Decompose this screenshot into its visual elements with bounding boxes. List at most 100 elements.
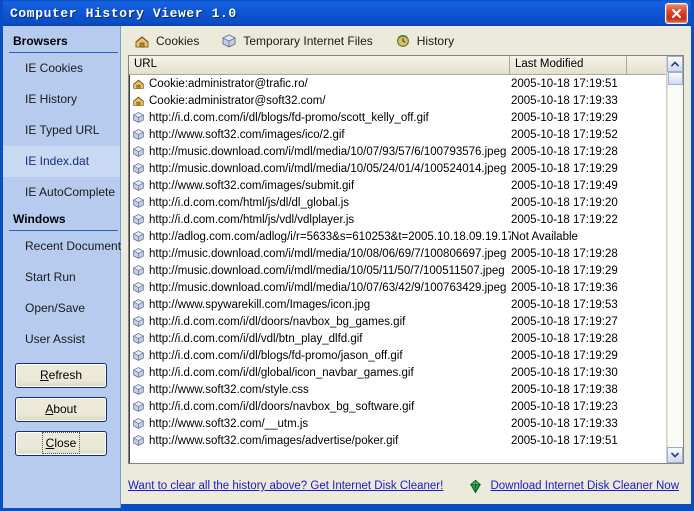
green-gem-icon xyxy=(470,479,482,494)
footer-bar: Want to clear all the history above? Get… xyxy=(121,464,691,508)
table-row[interactable]: http://music.download.com/i/mdl/media/10… xyxy=(129,279,683,296)
row-url: http://www.soft32.com/images/advertise/p… xyxy=(149,434,399,447)
row-last-modified: 2005-10-18 17:19:29 xyxy=(511,264,618,277)
sidebar-item-start-run[interactable]: Start Run xyxy=(3,262,120,293)
table-row[interactable]: http://i.d.com.com/html/js/vdl/vdlplayer… xyxy=(129,211,683,228)
sidebar-item-user-assist[interactable]: User Assist xyxy=(3,324,120,355)
table-row[interactable]: http://i.d.com.com/i/dl/blogs/fd-promo/j… xyxy=(129,347,683,364)
tab-history[interactable]: History xyxy=(395,33,454,49)
sidebar-item-ie-cookies[interactable]: IE Cookies xyxy=(3,53,120,84)
row-last-modified: 2005-10-18 17:19:28 xyxy=(511,332,618,345)
tab-temporary-internet-files[interactable]: Temporary Internet Files xyxy=(221,33,373,49)
row-url: http://adlog.com.com/adlog/i/r=5633&s=61… xyxy=(149,230,511,243)
row-last-modified: 2005-10-18 17:19:38 xyxy=(511,383,618,396)
table-row[interactable]: http://i.d.com.com/i/dl/blogs/fd-promo/s… xyxy=(129,109,683,126)
table-row[interactable]: http://www.spywarekill.com/Images/icon.j… xyxy=(129,296,683,313)
cube-icon xyxy=(132,146,145,157)
cube-icon xyxy=(132,231,145,242)
about-button[interactable]: About xyxy=(15,397,107,422)
table-row[interactable]: http://i.d.com.com/html/js/dl/dl_global.… xyxy=(129,194,683,211)
row-url: http://i.d.com.com/i/dl/doors/navbox_bg_… xyxy=(149,400,415,413)
table-row[interactable]: http://music.download.com/i/mdl/media/10… xyxy=(129,160,683,177)
vertical-scrollbar[interactable] xyxy=(666,56,683,463)
row-last-modified: Not Available xyxy=(511,230,578,243)
scroll-up-button[interactable] xyxy=(667,56,683,72)
sidebar-item-ie-index-dat[interactable]: IE Index.dat xyxy=(3,146,120,177)
cube-icon xyxy=(132,435,145,446)
sidebar-section-header: Windows xyxy=(13,212,66,226)
table-row[interactable]: http://i.d.com.com/i/dl/vdl/btn_play_dlf… xyxy=(129,330,683,347)
close-window-button[interactable] xyxy=(665,2,688,24)
column-header-last-modified[interactable]: Last Modified xyxy=(510,56,627,74)
row-last-modified: 2005-10-18 17:19:51 xyxy=(511,77,618,90)
table-row[interactable]: Cookie:administrator@trafic.ro/2005-10-1… xyxy=(129,75,683,92)
close-icon xyxy=(671,8,682,18)
sidebar-section-windows: Windows Recent Documents Start Run Open/… xyxy=(3,208,127,355)
table-row[interactable]: http://music.download.com/i/mdl/media/10… xyxy=(129,262,683,279)
scroll-down-button[interactable] xyxy=(667,447,683,463)
sidebar-item-ie-autocomplete[interactable]: IE AutoComplete xyxy=(3,177,120,208)
application-window: Computer History Viewer 1.0 Browsers IE … xyxy=(0,0,694,511)
chevron-up-icon xyxy=(671,61,679,67)
column-header-url[interactable]: URL xyxy=(129,56,510,74)
row-last-modified: 2005-10-18 17:19:23 xyxy=(511,400,618,413)
list-rows: Cookie:administrator@trafic.ro/2005-10-1… xyxy=(129,75,683,463)
cube-icon xyxy=(132,367,145,378)
row-last-modified: 2005-10-18 17:19:49 xyxy=(511,179,618,192)
cube-icon xyxy=(132,282,145,293)
sidebar-item-open-save[interactable]: Open/Save xyxy=(3,293,120,324)
cube-icon xyxy=(132,248,145,259)
chevron-down-icon xyxy=(671,452,679,458)
table-row[interactable]: http://www.soft32.com/__utm.js 2005-10-18… xyxy=(129,415,683,432)
row-url: http://i.d.com.com/html/js/vdl/vdlplayer… xyxy=(149,213,355,226)
tab-label: Cookies xyxy=(156,33,200,48)
close-button[interactable]: Close xyxy=(15,431,107,456)
table-row[interactable]: http://i.d.com.com/i/dl/global/icon_navb… xyxy=(129,364,683,381)
table-row[interactable]: http://www.soft32.com/style.css 2005-10-1… xyxy=(129,381,683,398)
sidebar-item-ie-history[interactable]: IE History xyxy=(3,84,120,115)
sidebar-item-ie-typed-url[interactable]: IE Typed URL xyxy=(3,115,120,146)
row-url: Cookie:administrator@soft32.com/ xyxy=(149,94,326,107)
row-last-modified: 2005-10-18 17:19:28 xyxy=(511,145,618,158)
cookie-icon xyxy=(135,35,149,47)
download-link-group[interactable]: Download Internet Disk Cleaner Now xyxy=(468,479,679,494)
tab-cookies[interactable]: Cookies xyxy=(134,33,199,49)
tab-bar: Cookies Temporary Internet Files History xyxy=(121,26,691,55)
row-last-modified: 2005-10-18 17:19:29 xyxy=(511,162,618,175)
table-row[interactable]: http://i.d.com.com/i/dl/doors/navbox_bg_… xyxy=(129,398,683,415)
promo-link[interactable]: Want to clear all the history above? Get… xyxy=(128,480,443,492)
cube-icon xyxy=(132,112,145,123)
table-row[interactable]: http://adlog.com.com/adlog/i/r=5633&s=61… xyxy=(129,228,683,245)
row-url: http://music.download.com/i/mdl/media/10… xyxy=(149,281,507,294)
scrollbar-track[interactable] xyxy=(667,72,683,447)
row-last-modified: 2005-10-18 17:19:27 xyxy=(511,315,618,328)
cube-icon xyxy=(132,299,145,310)
row-url: http://music.download.com/i/mdl/media/10… xyxy=(149,247,507,260)
row-last-modified: 2005-10-18 17:19:51 xyxy=(511,434,618,447)
cube-icon xyxy=(132,418,145,429)
table-row[interactable]: Cookie:administrator@soft32.com/2005-10-… xyxy=(129,92,683,109)
table-row[interactable]: http://i.d.com.com/i/dl/doors/navbox_bg_… xyxy=(129,313,683,330)
row-url: http://music.download.com/i/mdl/media/10… xyxy=(149,162,507,175)
sidebar-section-header: Browsers xyxy=(13,34,68,48)
sidebar-section-browsers: Browsers IE Cookies IE History IE Typed … xyxy=(3,30,120,208)
scrollbar-thumb[interactable] xyxy=(668,72,683,85)
cube-icon xyxy=(132,129,145,140)
row-url: Cookie:administrator@trafic.ro/ xyxy=(149,77,308,90)
row-url: http://www.soft32.com/__utm.js xyxy=(149,417,309,430)
table-row[interactable]: http://www.soft32.com/images/ico/2.gif 20… xyxy=(129,126,683,143)
sidebar-item-recent-documents[interactable]: Recent Documents xyxy=(3,231,127,262)
row-url: http://i.d.com.com/i/dl/doors/navbox_bg_… xyxy=(149,315,406,328)
row-url: http://i.d.com.com/html/js/dl/dl_global.… xyxy=(149,196,350,209)
cube-icon xyxy=(132,350,145,361)
table-row[interactable]: http://music.download.com/i/mdl/media/10… xyxy=(129,143,683,160)
table-row[interactable]: http://www.soft32.com/images/advertise/p… xyxy=(129,432,683,449)
history-list: URL Last Modified Cookie:administrator@t… xyxy=(128,55,684,464)
title-bar: Computer History Viewer 1.0 xyxy=(3,0,691,26)
table-row[interactable]: http://music.download.com/i/mdl/media/10… xyxy=(129,245,683,262)
download-link[interactable]: Download Internet Disk Cleaner Now xyxy=(490,480,679,492)
cube-icon xyxy=(132,180,145,191)
table-row[interactable]: http://www.soft32.com/images/submit.gif 2… xyxy=(129,177,683,194)
tab-label: Temporary Internet Files xyxy=(243,33,373,48)
refresh-button[interactable]: Refresh xyxy=(15,363,107,388)
